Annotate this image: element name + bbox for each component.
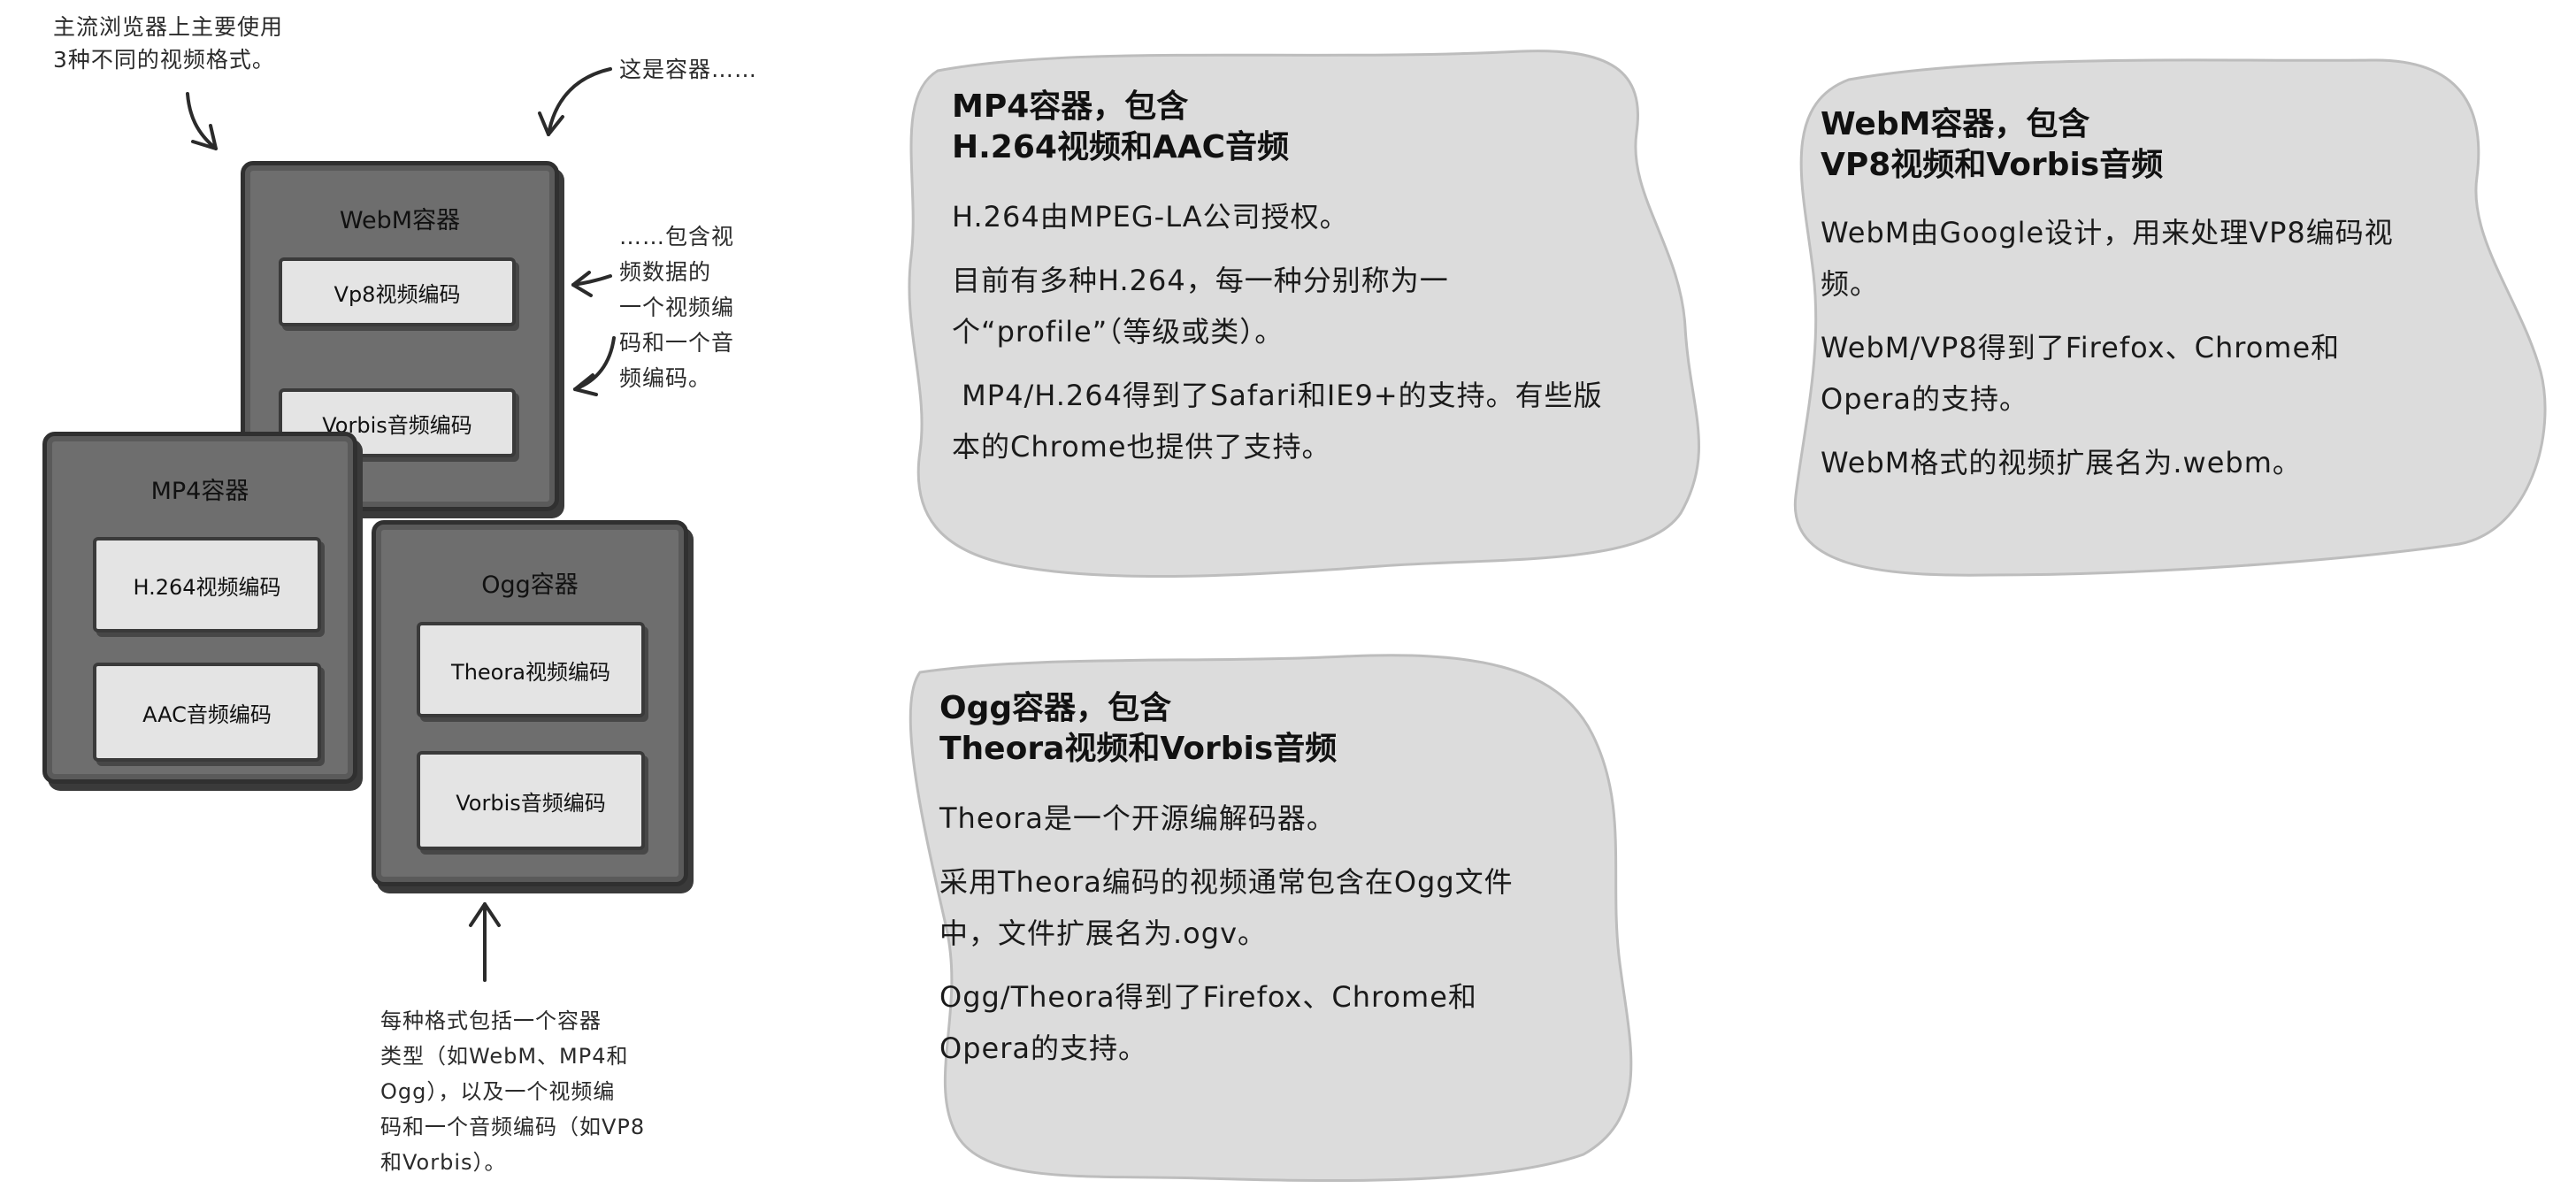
blob-heading: Ogg容器，包含 Theora视频和Vorbis音频 xyxy=(939,688,1559,770)
heading-line: Ogg容器，包含 xyxy=(939,690,1172,726)
container-title: MP4容器 xyxy=(150,478,249,505)
container-title: WebM容器 xyxy=(339,207,461,234)
mp4-container: MP4容器 H.264视频编码 AAC音频编码 xyxy=(42,432,357,784)
mp4-info-blob: MP4容器，包含 H.264视频和AAC音频 H.264由MPEG-LA公司授权… xyxy=(885,35,1725,602)
blob-paragraph: Ogg/Theora得到了Firefox、Chrome和Opera的支持。 xyxy=(939,980,1477,1065)
blob-heading: WebM容器，包含 VP8视频和Vorbis音频 xyxy=(1821,104,2431,186)
blob-heading: MP4容器，包含 H.264视频和AAC音频 xyxy=(952,87,1642,168)
heading-line: MP4容器，包含 xyxy=(952,88,1189,125)
video-codec-box: Theora视频编码 xyxy=(417,622,645,717)
blob-paragraph: Theora是一个开源编解码器。 xyxy=(939,801,1336,835)
video-codec-box: H.264视频编码 xyxy=(93,537,321,632)
ogg-info-blob: Ogg容器，包含 Theora视频和Vorbis音频 Theora是一个开源编解… xyxy=(885,637,1645,1194)
ogg-container: Ogg容器 Theora视频编码 Vorbis音频编码 xyxy=(372,520,688,886)
heading-line: Theora视频和Vorbis音频 xyxy=(939,731,1338,767)
blob-paragraph: 采用Theora编码的视频通常包含在Ogg文件中，文件扩展名为.ogv。 xyxy=(939,865,1514,950)
audio-codec-box: AAC音频编码 xyxy=(93,663,321,762)
blob-paragraph: 目前有多种H.264，每一种分别称为一个“profile”（等级或类）。 xyxy=(952,264,1449,349)
video-codec-box: Vp8视频编码 xyxy=(279,257,516,326)
blob-paragraph: MP4/H.264得到了Safari和IE9+的支持。有些版本的Chrome也提… xyxy=(952,379,1603,464)
blob-paragraph: WebM格式的视频扩展名为.webm。 xyxy=(1821,446,2302,479)
audio-codec-box: Vorbis音频编码 xyxy=(417,751,645,850)
blob-paragraph: H.264由MPEG-LA公司授权。 xyxy=(952,200,1349,234)
webm-info-blob: WebM容器，包含 VP8视频和Vorbis音频 WebM由Google设计，用… xyxy=(1769,35,2548,593)
blob-paragraph: WebM由Google设计，用来处理VP8编码视频。 xyxy=(1821,216,2394,301)
heading-line: H.264视频和AAC音频 xyxy=(952,129,1290,165)
container-title: Ogg容器 xyxy=(481,571,579,599)
heading-line: VP8视频和Vorbis音频 xyxy=(1821,147,2164,183)
blob-paragraph: WebM/VP8得到了Firefox、Chrome和Opera的支持。 xyxy=(1821,331,2341,416)
heading-line: WebM容器，包含 xyxy=(1821,106,2090,142)
